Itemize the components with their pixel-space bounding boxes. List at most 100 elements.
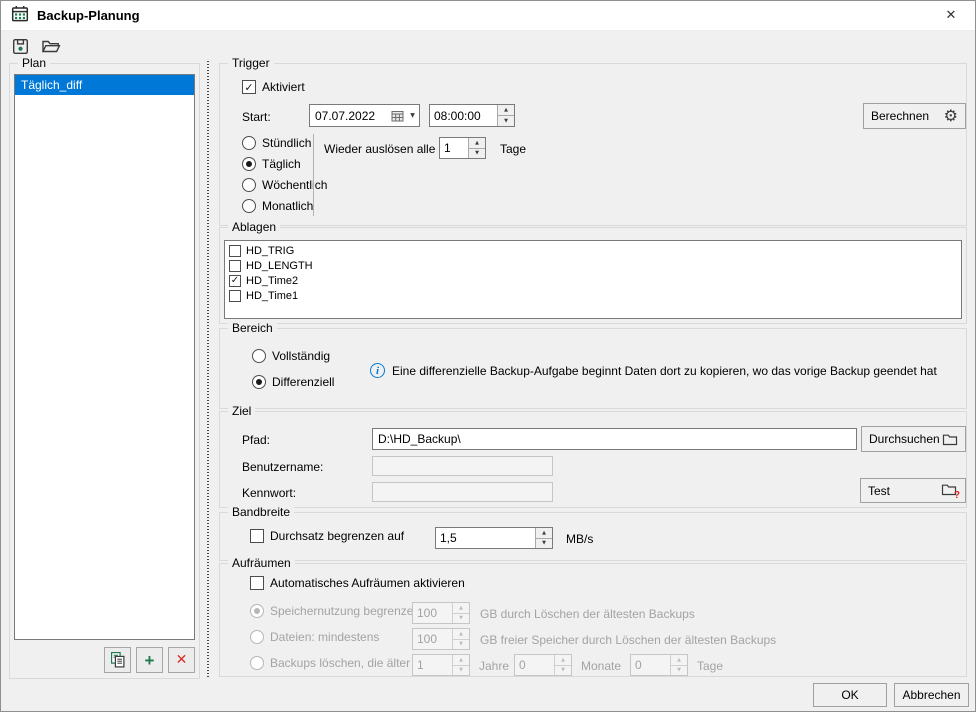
- plan-list[interactable]: Täglich_diff: [14, 74, 195, 640]
- ablage-label: HD_Time1: [246, 290, 298, 302]
- pfad-label: Pfad:: [242, 433, 270, 447]
- copy-icon: [109, 651, 127, 669]
- arrow-up-icon: ▲: [671, 655, 687, 665]
- spinner-arrows[interactable]: ▲ ▼: [468, 138, 485, 158]
- interval-stuendlich-row[interactable]: Stündlich: [242, 136, 311, 150]
- test-folder-icon: ?: [941, 483, 958, 498]
- stuendlich-radio[interactable]: [242, 136, 256, 150]
- arrow-down-icon[interactable]: ▼: [498, 115, 514, 126]
- ablage-item[interactable]: HD_LENGTH: [229, 258, 957, 273]
- plan-list-item[interactable]: Täglich_diff: [15, 75, 194, 95]
- ablage-checkbox[interactable]: ✓: [229, 275, 241, 287]
- aktiviert-label: Aktiviert: [262, 80, 305, 94]
- panel-splitter[interactable]: [207, 61, 209, 679]
- delete-icon: ✕: [176, 653, 188, 667]
- arrow-down-icon: ▼: [453, 613, 469, 624]
- durchsatz-checkbox-row[interactable]: Durchsatz begrenzen auf: [250, 529, 404, 543]
- interval-woechentlich-row[interactable]: Wöchentlich: [242, 178, 327, 192]
- add-plan-button[interactable]: +: [136, 647, 163, 673]
- bereich-group: Bereich Vollständig Differenziell i Eine…: [219, 328, 967, 409]
- gear-icon: ⚙: [944, 108, 958, 124]
- ablage-checkbox[interactable]: [229, 290, 241, 302]
- ziel-group: Ziel Pfad: Durchsuchen Benutzername: Ken…: [219, 411, 967, 508]
- auto-aufraeumen-row[interactable]: Automatisches Aufräumen aktivieren: [250, 576, 465, 590]
- repeat-spinner[interactable]: 1 ▲ ▼: [439, 137, 486, 159]
- stuendlich-label: Stündlich: [262, 136, 311, 150]
- woechentlich-label: Wöchentlich: [262, 178, 327, 192]
- vollstaendig-row[interactable]: Vollständig: [252, 349, 330, 363]
- dateien-radio: [250, 630, 264, 644]
- berechnen-button[interactable]: Berechnen ⚙: [863, 103, 966, 129]
- plan-item-label: Täglich_diff: [21, 78, 82, 92]
- dateien-suffix: GB freier Speicher durch Löschen der ält…: [480, 633, 776, 647]
- calendar-icon: [11, 5, 29, 26]
- taeglich-radio[interactable]: [242, 157, 256, 171]
- check-icon: ✓: [244, 81, 253, 94]
- dateien-spinner: 100 ▲▼: [412, 628, 470, 650]
- delete-plan-button[interactable]: ✕: [168, 647, 195, 673]
- differenziell-label: Differenziell: [272, 375, 334, 389]
- durchsatz-spinner[interactable]: 1,5 ▲ ▼: [435, 527, 553, 549]
- toolbar: [8, 34, 63, 58]
- ablage-checkbox[interactable]: [229, 245, 241, 257]
- bereich-group-label: Bereich: [228, 321, 277, 335]
- copy-plan-button[interactable]: [104, 647, 131, 673]
- aktiviert-checkbox[interactable]: ✓: [242, 80, 256, 94]
- durchsatz-value: 1,5: [436, 528, 535, 548]
- spinner-arrows[interactable]: ▲ ▼: [535, 528, 552, 548]
- ablage-label: HD_TRIG: [246, 245, 294, 257]
- differenziell-row[interactable]: Differenziell: [252, 375, 334, 389]
- open-folder-icon: [41, 38, 61, 55]
- differenziell-radio[interactable]: [252, 375, 266, 389]
- auto-aufraeumen-checkbox[interactable]: [250, 576, 264, 590]
- arrow-up-icon[interactable]: ▲: [536, 528, 552, 538]
- durchsuchen-button[interactable]: Durchsuchen: [861, 426, 966, 452]
- ablage-item[interactable]: ✓ HD_Time2: [229, 273, 957, 288]
- arrow-down-icon[interactable]: ▼: [469, 148, 485, 159]
- test-button[interactable]: Test ?: [860, 478, 966, 503]
- speichernutzung-suffix: GB durch Löschen der ältesten Backups: [480, 607, 695, 621]
- kennwort-label: Kennwort:: [242, 486, 296, 500]
- monate-spinner: 0 ▲▼: [514, 654, 572, 676]
- ok-button[interactable]: OK: [813, 683, 887, 707]
- pfad-input[interactable]: [372, 428, 857, 450]
- repeat-value: 1: [440, 138, 468, 158]
- arrow-up-icon[interactable]: ▲: [498, 105, 514, 115]
- backup-planung-dialog: Backup-Planung ✕ Plan Täglich_diff: [0, 0, 976, 712]
- ablage-label: HD_Time2: [246, 275, 298, 287]
- plan-group: Plan Täglich_diff + ✕: [9, 63, 200, 679]
- ablagen-list[interactable]: HD_TRIG HD_LENGTH ✓ HD_Time2 HD_Time1: [224, 240, 962, 319]
- cancel-button[interactable]: Abbrechen: [894, 683, 969, 707]
- interval-monatlich-row[interactable]: Monatlich: [242, 199, 313, 213]
- arrow-down-icon: ▼: [453, 639, 469, 650]
- vollstaendig-radio[interactable]: [252, 349, 266, 363]
- ablage-checkbox[interactable]: [229, 260, 241, 272]
- taeglich-label: Täglich: [262, 157, 301, 171]
- monatlich-radio[interactable]: [242, 199, 256, 213]
- start-date-picker[interactable]: 07.07.2022 ▼: [309, 104, 420, 127]
- ablage-item[interactable]: HD_TRIG: [229, 243, 957, 258]
- aktiviert-checkbox-row[interactable]: ✓ Aktiviert: [242, 80, 305, 94]
- arrow-up-icon: ▲: [555, 655, 571, 665]
- arrow-down-icon[interactable]: ▼: [536, 538, 552, 549]
- ablagen-group: Ablagen HD_TRIG HD_LENGTH ✓ HD_Time2 HD_…: [219, 227, 967, 324]
- close-button[interactable]: ✕: [937, 4, 965, 28]
- repeat-label: Wieder auslösen alle: [324, 142, 435, 156]
- durchsatz-checkbox[interactable]: [250, 529, 264, 543]
- ablage-item[interactable]: HD_Time1: [229, 288, 957, 303]
- plan-actions: + ✕: [104, 647, 195, 673]
- title-bar: Backup-Planung ✕: [1, 1, 975, 31]
- ziel-group-label: Ziel: [228, 404, 255, 418]
- woechentlich-radio[interactable]: [242, 178, 256, 192]
- tage-label: Tage: [697, 659, 723, 673]
- spinner-arrows[interactable]: ▲ ▼: [497, 105, 514, 126]
- save-icon: [11, 37, 30, 56]
- arrow-up-icon[interactable]: ▲: [469, 138, 485, 148]
- folder-icon: [942, 433, 958, 446]
- save-button[interactable]: [8, 34, 32, 58]
- bereich-info: i Eine differenzielle Backup-Aufgabe beg…: [370, 363, 937, 378]
- open-plan-button[interactable]: [39, 34, 63, 58]
- interval-taeglich-row[interactable]: Täglich: [242, 157, 301, 171]
- start-time-spinner[interactable]: 08:00:00 ▲ ▼: [429, 104, 515, 127]
- monatlich-label: Monatlich: [262, 199, 313, 213]
